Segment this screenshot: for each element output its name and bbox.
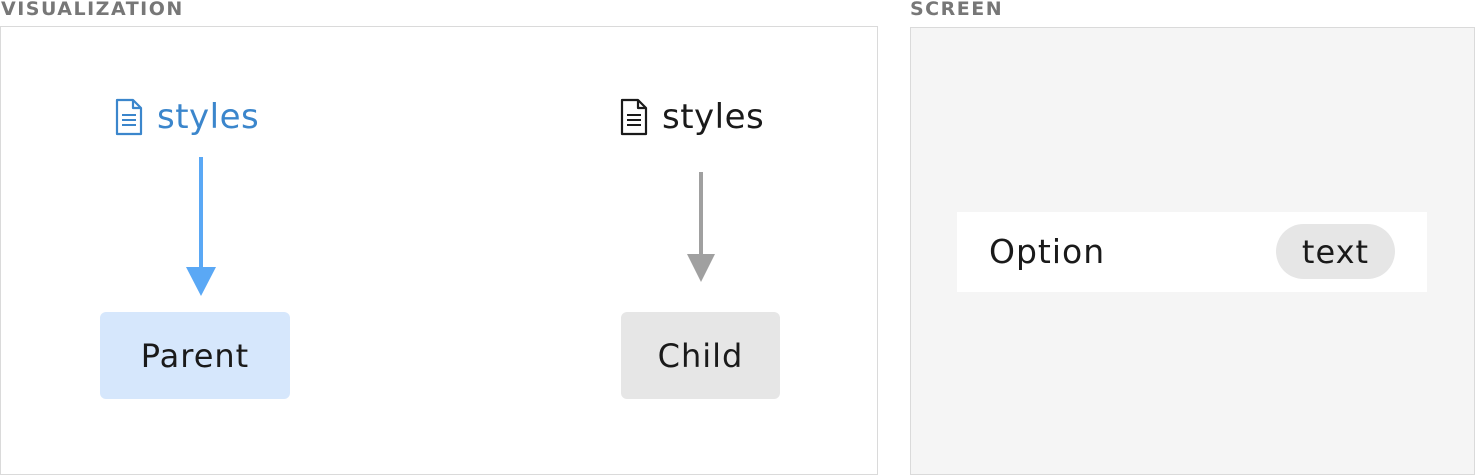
text-badge: text <box>1276 224 1395 279</box>
visualization-section-label: VISUALIZATION <box>1 0 184 20</box>
option-row[interactable]: Option text <box>957 212 1427 292</box>
parent-arrow <box>186 157 216 296</box>
child-node: Child <box>621 312 780 399</box>
document-icon <box>115 98 143 136</box>
parent-styles-text: styles <box>157 97 260 137</box>
child-styles-label: styles <box>620 97 764 137</box>
visualization-panel <box>0 26 878 475</box>
option-label: Option <box>989 232 1106 271</box>
screen-section-label: SCREEN <box>910 0 1004 20</box>
parent-styles-label: styles <box>115 97 259 137</box>
parent-node: Parent <box>100 312 290 399</box>
child-styles-text: styles <box>662 97 765 137</box>
document-icon <box>620 98 648 136</box>
child-arrow <box>687 172 715 282</box>
